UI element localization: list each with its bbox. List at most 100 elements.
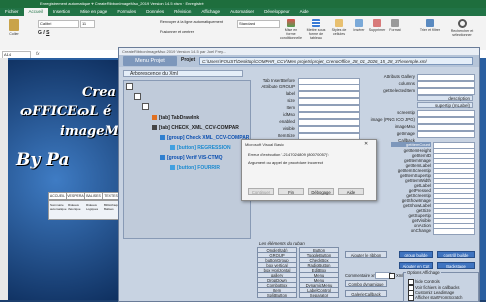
add-splitbutton-button[interactable]: SplitButton	[257, 292, 297, 298]
combo-dynamic-button[interactable]: Combo dynamique	[345, 280, 387, 287]
nav-vespera-button[interactable]: VESPERA	[66, 192, 85, 200]
project-path-field[interactable]: C:\Users\FOUST\Desktop\COMPAR_CCV\Mes pr…	[199, 57, 473, 65]
table-icon	[312, 19, 320, 27]
menu-projet-button[interactable]: Menu Projet	[123, 56, 177, 66]
tree-item[interactable]: [button] FOURRIR	[170, 165, 220, 171]
add-in-cpt-button[interactable]: Ajouter en Cpt	[399, 262, 433, 269]
ribbon-tab-page-layout[interactable]: Mise en page	[75, 8, 112, 16]
wrap-text-button[interactable]: Renvoyer à la ligne automatiquement	[160, 20, 223, 24]
button-icon	[170, 165, 175, 171]
supertip-field[interactable]: supertip (mLabel)	[417, 102, 473, 108]
ribbon-tab-view[interactable]: Affichage	[196, 8, 225, 16]
insert-cells-button[interactable]: Insérer	[352, 19, 366, 32]
ribbon-tab-home[interactable]: Accueil	[23, 8, 49, 16]
ribbon-tab-review[interactable]: Révision	[169, 8, 196, 16]
ribbon-tab-formulas[interactable]: Formules	[112, 8, 141, 16]
dialog-title: CreateRibbonImageMso 2019 Version 14.5 p…	[119, 48, 479, 55]
backstage-button[interactable]: Backstage	[437, 262, 475, 269]
nav-sub-2: Rideaux théorique	[68, 203, 81, 211]
end-button[interactable]: Fin	[278, 188, 304, 195]
tree-item[interactable]: [tab] TabDrawInk	[152, 115, 199, 121]
description-field[interactable]: description	[417, 95, 473, 101]
prop-field[interactable]	[298, 105, 360, 112]
tab-icon	[152, 115, 157, 121]
prop-field[interactable]	[298, 91, 360, 98]
prop-label: imageMso	[394, 124, 415, 129]
tree-header: Arborescence du Xml	[123, 70, 243, 77]
nav-balises-button[interactable]: BALISES	[84, 192, 103, 200]
msgbox-error-description: Argument ou appel de procédure incorrect	[248, 160, 323, 165]
debug-button[interactable]: Débogage	[308, 188, 334, 195]
callback-field[interactable]	[433, 228, 475, 235]
conditional-format-button[interactable]: Mise en forme conditionnelle	[280, 19, 302, 40]
sort-filter-button[interactable]: Trier et filtrer	[418, 19, 442, 32]
tree-item[interactable]: [group] Check XML_CCV-COMPAR	[160, 135, 249, 141]
expand-box-icon	[142, 103, 149, 110]
prop-label: ItemSize	[277, 133, 295, 138]
tree-root-node[interactable]	[126, 83, 135, 90]
prop-field[interactable]	[417, 81, 475, 88]
add-ribbon-button[interactable]: Ajouter le ribbon	[345, 251, 387, 258]
galerie-callback-button[interactable]: GalerieCallback	[345, 290, 387, 297]
tree-item[interactable]: [button] REGRESSION	[170, 145, 231, 151]
ribbon-tab-insert[interactable]: Insertion	[48, 8, 75, 16]
callback-selected[interactable]: getItemCount	[391, 142, 431, 147]
prop-field[interactable]	[417, 124, 475, 131]
delete-cells-button[interactable]: Supprimer	[368, 19, 386, 32]
prop-field[interactable]	[298, 119, 360, 126]
ribbon-tab-developer[interactable]: Développeur	[259, 8, 295, 16]
prop-field[interactable]	[298, 84, 360, 91]
xml-checkbox[interactable]: Xml	[389, 273, 403, 279]
prop-field[interactable]	[417, 88, 475, 95]
xml-tree-view[interactable]: [tab] TabDrawInk [tab] CHECK_XML_CCV-COM…	[123, 80, 251, 239]
tree-level-node[interactable]	[142, 103, 151, 110]
callback-list: getItemCount getItemHeight getItemID get…	[391, 142, 475, 236]
options-group: Options Affichage hide Controls Voir fic…	[403, 270, 479, 302]
close-icon[interactable]: ✕	[364, 141, 368, 147]
fx-icon: fx	[36, 51, 40, 56]
prop-label: screentip	[397, 110, 415, 115]
add-separator-button[interactable]: Separator	[299, 292, 339, 298]
ribbon: Coller Calibri 11 G I S Renvoyer à la li…	[0, 16, 486, 51]
font-name-select[interactable]: Calibri	[38, 20, 79, 28]
prop-field[interactable]	[298, 126, 360, 133]
prop-field[interactable]	[298, 98, 360, 105]
ribbon-tab-automate[interactable]: Automatiser	[225, 8, 259, 16]
prop-label: Item	[286, 105, 295, 110]
prop-label: columns	[398, 81, 415, 86]
format-cells-button[interactable]: Format	[388, 19, 402, 32]
prop-field[interactable]	[417, 131, 475, 138]
group-icon	[160, 135, 165, 141]
tree-item[interactable]: [tab] CHECK_XML_CCV-COMPAR	[152, 125, 239, 131]
number-format-select[interactable]: Standard	[237, 20, 280, 28]
prop-field[interactable]	[417, 117, 475, 124]
bold-button[interactable]: G I S	[38, 30, 49, 36]
cell-styles-icon	[335, 19, 343, 27]
conditional-format-icon	[287, 19, 295, 27]
cell-styles-button[interactable]: Styles de cellules	[330, 19, 348, 36]
font-size-select[interactable]: 11	[80, 20, 95, 28]
prop-field[interactable]	[417, 74, 475, 81]
ribbon-tab-file[interactable]: Fichier	[0, 8, 24, 16]
format-as-table-button[interactable]: Mettre sous forme de tableau	[304, 19, 328, 40]
prop-field[interactable]	[417, 110, 475, 117]
ribbon-tab-help[interactable]: Aide	[295, 8, 314, 16]
startfromscratch-checkbox[interactable]: Afficher startFromScratch	[408, 295, 462, 301]
ribbon-tab-data[interactable]: Données	[141, 8, 169, 16]
prop-field[interactable]	[298, 112, 360, 119]
nav-accueil-button[interactable]: ACCUEIL	[48, 192, 67, 200]
help-button[interactable]: Aide	[338, 188, 364, 195]
tree-level-node[interactable]	[134, 93, 143, 100]
banner-line-1: Crea	[82, 85, 116, 100]
merge-center-button[interactable]: Fusionner et centrer	[160, 30, 194, 34]
projet-label: Projet	[181, 57, 196, 63]
control-builder-button[interactable]: contrôl builde	[437, 251, 475, 258]
format-icon	[391, 19, 399, 27]
find-select-button[interactable]: Rechercher et sélectionner	[446, 19, 478, 37]
paste-button[interactable]: Coller	[4, 19, 24, 36]
props-right: Attributs Gallery columns getSelectedIte…	[365, 74, 475, 143]
continue-button[interactable]: Continuer	[248, 188, 274, 195]
tree-item[interactable]: [group] Verif VIS-CTMQ	[160, 155, 223, 161]
row-header	[0, 58, 8, 300]
group-builder-button[interactable]: group builde	[399, 251, 433, 258]
